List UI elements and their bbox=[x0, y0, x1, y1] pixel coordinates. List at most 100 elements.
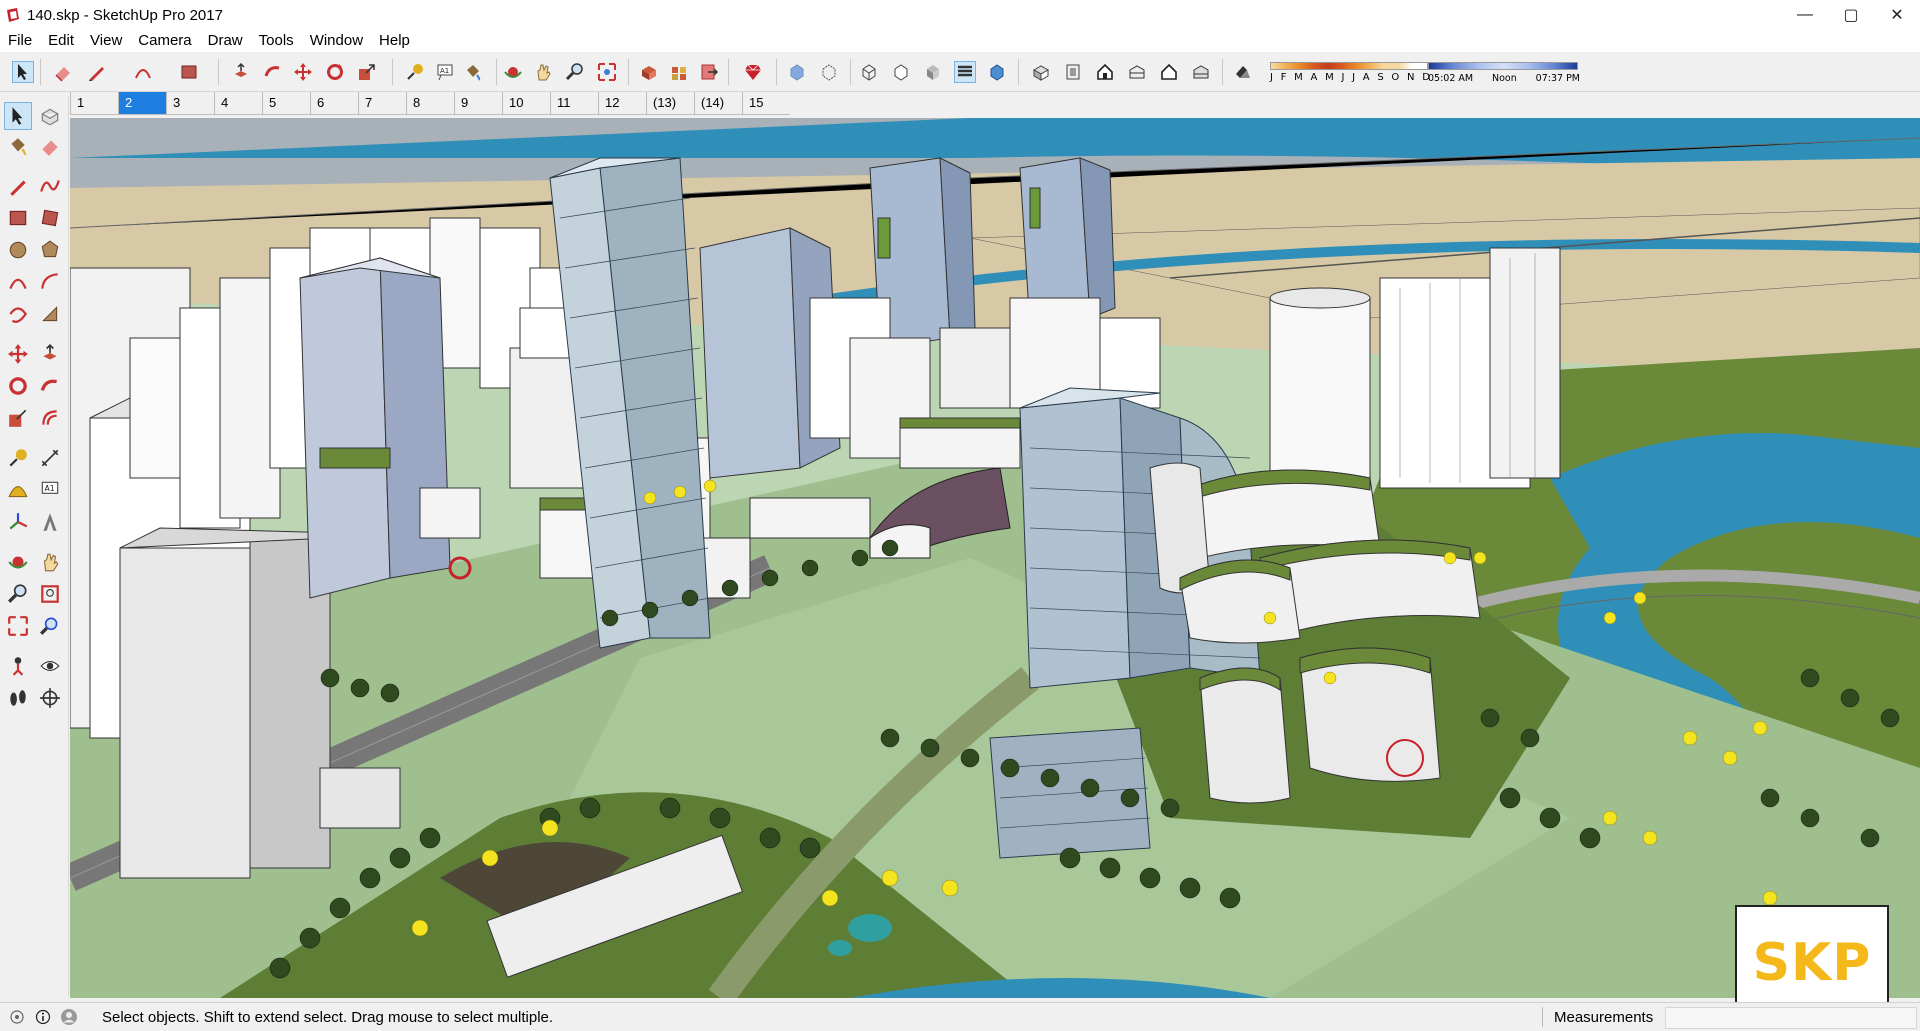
protractor-icon[interactable] bbox=[4, 476, 32, 504]
scene-tab[interactable]: 5 bbox=[262, 92, 310, 114]
rotate-icon[interactable] bbox=[4, 372, 32, 400]
hidden-line-icon[interactable] bbox=[890, 61, 912, 83]
scene-tab[interactable]: 6 bbox=[310, 92, 358, 114]
offset-icon[interactable] bbox=[36, 404, 64, 432]
look-around-icon[interactable] bbox=[36, 652, 64, 680]
monochrome-icon[interactable] bbox=[986, 61, 1008, 83]
right-view-icon[interactable] bbox=[1126, 61, 1148, 83]
shadow-time-slider[interactable] bbox=[1428, 62, 1578, 70]
menu-file[interactable]: File bbox=[0, 30, 40, 52]
scale-icon[interactable] bbox=[4, 404, 32, 432]
text-icon[interactable]: A1 bbox=[434, 61, 456, 83]
zoom-extents-icon[interactable] bbox=[596, 61, 618, 83]
move-icon[interactable] bbox=[4, 340, 32, 368]
zoom-window-icon[interactable] bbox=[36, 580, 64, 608]
scene-tab[interactable]: 3 bbox=[166, 92, 214, 114]
rotate-icon[interactable] bbox=[324, 61, 346, 83]
menu-window[interactable]: Window bbox=[302, 30, 371, 52]
tape-measure-icon[interactable] bbox=[4, 444, 32, 472]
text-icon[interactable]: A1 bbox=[36, 476, 64, 504]
scene-tab[interactable]: 4 bbox=[214, 92, 262, 114]
pan-icon[interactable] bbox=[532, 61, 554, 83]
follow-me-icon[interactable] bbox=[36, 372, 64, 400]
polygon-icon[interactable] bbox=[36, 236, 64, 264]
pencil-icon[interactable] bbox=[86, 61, 108, 83]
shaded-icon[interactable] bbox=[922, 61, 944, 83]
eraser-icon[interactable] bbox=[52, 61, 74, 83]
scene-tab-active[interactable]: 2 bbox=[118, 92, 166, 114]
move-icon[interactable] bbox=[292, 61, 314, 83]
extension-warehouse-icon[interactable] bbox=[668, 61, 690, 83]
shaded-textures-icon[interactable] bbox=[954, 61, 976, 83]
scene-tab[interactable]: (13) bbox=[646, 92, 694, 114]
top-view-icon[interactable] bbox=[1062, 61, 1084, 83]
scene-tab[interactable]: 15 bbox=[742, 92, 790, 114]
send-to-layout-icon[interactable] bbox=[698, 61, 720, 83]
scene-tab[interactable]: 10 bbox=[502, 92, 550, 114]
rotated-rectangle-icon[interactable] bbox=[36, 204, 64, 232]
rectangle-icon[interactable] bbox=[4, 204, 32, 232]
three-point-arc-icon[interactable] bbox=[4, 300, 32, 328]
menu-edit[interactable]: Edit bbox=[40, 30, 82, 52]
minimize-button[interactable]: — bbox=[1782, 0, 1828, 30]
measurements-input[interactable] bbox=[1665, 1007, 1917, 1029]
model-viewport[interactable] bbox=[70, 118, 1920, 998]
3d-warehouse-icon[interactable] bbox=[638, 61, 660, 83]
scene-tab[interactable]: 12 bbox=[598, 92, 646, 114]
iso-view-icon[interactable] bbox=[1030, 61, 1052, 83]
push-pull-icon[interactable] bbox=[36, 340, 64, 368]
pan-icon[interactable] bbox=[36, 548, 64, 576]
select-icon[interactable] bbox=[4, 102, 32, 130]
ruby-icon[interactable] bbox=[742, 61, 764, 83]
pie-icon[interactable] bbox=[36, 300, 64, 328]
push-pull-icon[interactable] bbox=[230, 61, 252, 83]
axes-icon[interactable] bbox=[4, 508, 32, 536]
shadows-icon[interactable] bbox=[1232, 61, 1254, 83]
two-point-arc-icon[interactable] bbox=[36, 268, 64, 296]
rectangle-icon[interactable] bbox=[178, 61, 200, 83]
left-view-icon[interactable] bbox=[1190, 61, 1212, 83]
walk-icon[interactable] bbox=[4, 684, 32, 712]
line-icon[interactable] bbox=[4, 172, 32, 200]
freehand-icon[interactable] bbox=[36, 172, 64, 200]
follow-me-icon[interactable] bbox=[262, 61, 284, 83]
zoom-icon[interactable] bbox=[564, 61, 586, 83]
scale-icon[interactable] bbox=[356, 61, 378, 83]
zoom-icon[interactable] bbox=[4, 580, 32, 608]
back-view-icon[interactable] bbox=[1158, 61, 1180, 83]
user-account-icon[interactable] bbox=[60, 1008, 78, 1026]
paint-bucket-icon[interactable] bbox=[462, 61, 484, 83]
credits-icon[interactable] bbox=[34, 1008, 52, 1026]
scene-tab[interactable]: 7 bbox=[358, 92, 406, 114]
arc-icon[interactable] bbox=[4, 268, 32, 296]
menu-help[interactable]: Help bbox=[371, 30, 418, 52]
arc-icon[interactable] bbox=[132, 61, 154, 83]
dimension-icon[interactable] bbox=[36, 444, 64, 472]
scene-tab[interactable]: 9 bbox=[454, 92, 502, 114]
close-button[interactable]: ✕ bbox=[1874, 0, 1920, 30]
menu-draw[interactable]: Draw bbox=[200, 30, 251, 52]
xray-icon[interactable] bbox=[786, 61, 808, 83]
maximize-button[interactable]: ▢ bbox=[1828, 0, 1874, 30]
scene-tab[interactable]: 1 bbox=[70, 92, 118, 114]
menu-camera[interactable]: Camera bbox=[130, 30, 199, 52]
scene-tab[interactable]: 11 bbox=[550, 92, 598, 114]
eraser-icon[interactable] bbox=[36, 132, 64, 160]
scene-tab[interactable]: (14) bbox=[694, 92, 742, 114]
section-plane-icon[interactable] bbox=[36, 684, 64, 712]
wireframe-icon[interactable] bbox=[858, 61, 880, 83]
3d-text-icon[interactable] bbox=[36, 508, 64, 536]
previous-view-icon[interactable] bbox=[36, 612, 64, 640]
front-view-icon[interactable] bbox=[1094, 61, 1116, 83]
geo-location-icon[interactable] bbox=[8, 1008, 26, 1026]
circle-icon[interactable] bbox=[4, 236, 32, 264]
paint-bucket-icon[interactable] bbox=[4, 132, 32, 160]
select-icon[interactable] bbox=[12, 61, 34, 83]
shadow-date-slider[interactable] bbox=[1270, 62, 1428, 70]
back-edges-icon[interactable] bbox=[818, 61, 840, 83]
orbit-icon[interactable] bbox=[4, 548, 32, 576]
make-component-icon[interactable] bbox=[36, 102, 64, 130]
tape-measure-icon[interactable] bbox=[404, 61, 426, 83]
zoom-extents-icon[interactable] bbox=[4, 612, 32, 640]
orbit-icon[interactable] bbox=[502, 61, 524, 83]
